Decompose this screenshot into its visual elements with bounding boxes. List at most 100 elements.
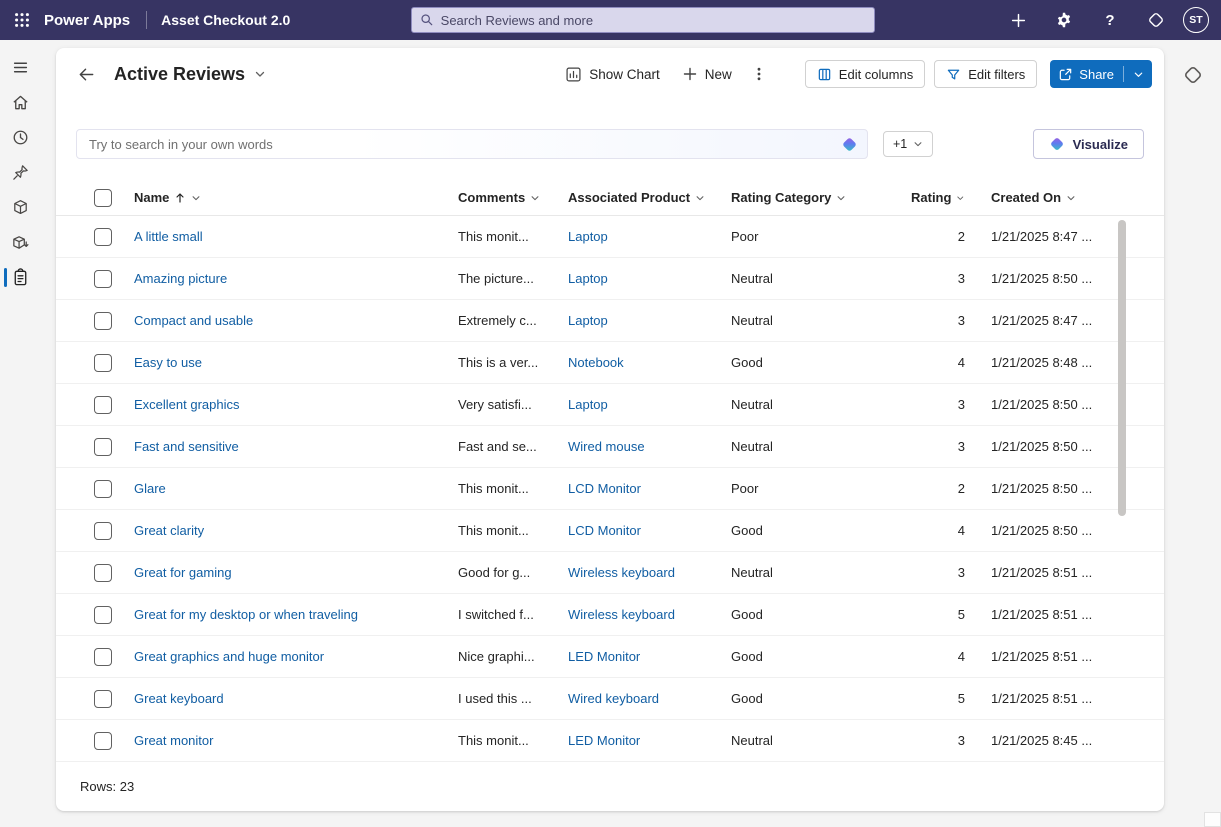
edit-filters-button[interactable]: Edit filters — [934, 60, 1037, 88]
global-search-input[interactable] — [441, 13, 866, 28]
table-row[interactable]: Great keyboard I used this ... Wired key… — [56, 678, 1164, 720]
global-search-box[interactable] — [411, 7, 875, 33]
record-name-link[interactable]: Glare — [134, 481, 166, 496]
view-selector[interactable]: Active Reviews — [114, 64, 266, 85]
edit-columns-button[interactable]: Edit columns — [805, 60, 925, 88]
column-header-comments[interactable]: Comments — [458, 190, 568, 205]
record-name-link[interactable]: Great keyboard — [134, 691, 224, 706]
copilot-search-input[interactable] — [77, 137, 867, 152]
sidebar-item-cube[interactable] — [0, 190, 40, 225]
column-header-rating[interactable]: Rating — [911, 190, 991, 205]
app-launcher-button[interactable] — [0, 0, 44, 40]
visualize-button[interactable]: Visualize — [1033, 129, 1144, 159]
header-actions: ? ST — [995, 0, 1221, 40]
sidebar-item-home[interactable] — [0, 85, 40, 120]
header-divider — [146, 11, 147, 29]
associated-product-link[interactable]: LCD Monitor — [568, 523, 641, 538]
table-row[interactable]: Excellent graphics Very satisfi... Lapto… — [56, 384, 1164, 426]
help-button[interactable]: ? — [1087, 0, 1133, 40]
rating-cell: 5 — [911, 607, 991, 622]
nav-menu-toggle[interactable] — [0, 50, 40, 85]
more-commands-button[interactable] — [743, 58, 775, 90]
associated-product-link[interactable]: Laptop — [568, 397, 608, 412]
brand-title[interactable]: Power Apps — [44, 12, 130, 29]
row-checkbox[interactable] — [94, 270, 112, 288]
rating-category-cell: Poor — [731, 229, 911, 244]
back-button[interactable] — [70, 58, 102, 90]
row-checkbox[interactable] — [94, 438, 112, 456]
share-button[interactable]: Share — [1050, 60, 1152, 88]
associated-product-link[interactable]: Laptop — [568, 229, 608, 244]
column-header-created-on[interactable]: Created On — [991, 190, 1114, 205]
row-checkbox[interactable] — [94, 522, 112, 540]
record-name-link[interactable]: Great clarity — [134, 523, 204, 538]
show-chart-button[interactable]: Show Chart — [554, 58, 671, 90]
record-name-link[interactable]: Excellent graphics — [134, 397, 240, 412]
associated-product-link[interactable]: Laptop — [568, 271, 608, 286]
row-checkbox[interactable] — [94, 732, 112, 750]
account-avatar[interactable]: ST — [1183, 7, 1209, 33]
table-row[interactable]: Great for gaming Good for g... Wireless … — [56, 552, 1164, 594]
associated-product-link[interactable]: LED Monitor — [568, 649, 640, 664]
associated-product-link[interactable]: Laptop — [568, 313, 608, 328]
comments-cell: This is a ver... — [458, 355, 568, 370]
record-name-link[interactable]: Great for gaming — [134, 565, 232, 580]
associated-product-link[interactable]: Wired mouse — [568, 439, 645, 454]
table-row[interactable]: A little small This monit... Laptop Poor… — [56, 216, 1164, 258]
table-row[interactable]: Great for my desktop or when traveling I… — [56, 594, 1164, 636]
row-checkbox[interactable] — [94, 606, 112, 624]
column-header-associated-product[interactable]: Associated Product — [568, 190, 731, 205]
associated-product-link[interactable]: Wireless keyboard — [568, 565, 675, 580]
row-checkbox[interactable] — [94, 354, 112, 372]
record-name-link[interactable]: Amazing picture — [134, 271, 227, 286]
record-count-chip[interactable]: +1 — [883, 131, 933, 157]
record-name-link[interactable]: Compact and usable — [134, 313, 253, 328]
copilot-header-button[interactable] — [1133, 0, 1179, 40]
row-checkbox[interactable] — [94, 690, 112, 708]
record-name-link[interactable]: Great graphics and huge monitor — [134, 649, 324, 664]
row-checkbox[interactable] — [94, 564, 112, 582]
row-checkbox[interactable] — [94, 480, 112, 498]
created-on-cell: 1/21/2025 8:50 ... — [991, 439, 1114, 454]
table-row[interactable]: Great clarity This monit... LCD Monitor … — [56, 510, 1164, 552]
vertical-scrollbar-thumb[interactable] — [1118, 220, 1126, 516]
record-name-link[interactable]: Great monitor — [134, 733, 213, 748]
copilot-search-box[interactable] — [76, 129, 868, 159]
sidebar-item-pinned[interactable] — [0, 155, 40, 190]
sidebar-item-package[interactable] — [0, 225, 40, 260]
table-row[interactable]: Fast and sensitive Fast and se... Wired … — [56, 426, 1164, 468]
record-name-link[interactable]: Fast and sensitive — [134, 439, 239, 454]
table-row[interactable]: Great graphics and huge monitor Nice gra… — [56, 636, 1164, 678]
row-checkbox[interactable] — [94, 312, 112, 330]
home-icon — [11, 93, 30, 112]
table-row[interactable]: Easy to use This is a ver... Notebook Go… — [56, 342, 1164, 384]
row-checkbox[interactable] — [94, 396, 112, 414]
associated-product-link[interactable]: Notebook — [568, 355, 624, 370]
copilot-panel-toggle[interactable] — [1176, 58, 1210, 92]
table-row[interactable]: Glare This monit... LCD Monitor Poor 2 1… — [56, 468, 1164, 510]
associated-product-link[interactable]: Wireless keyboard — [568, 607, 675, 622]
record-name-link[interactable]: Great for my desktop or when traveling — [134, 607, 358, 622]
table-row[interactable]: Amazing picture The picture... Laptop Ne… — [56, 258, 1164, 300]
record-name-link[interactable]: Easy to use — [134, 355, 202, 370]
select-all-checkbox[interactable] — [94, 189, 112, 207]
column-header-rating-category[interactable]: Rating Category — [731, 190, 911, 205]
record-name-link[interactable]: A little small — [134, 229, 203, 244]
settings-button[interactable] — [1041, 0, 1087, 40]
table-row[interactable]: Great monitor This monit... LED Monitor … — [56, 720, 1164, 762]
table-row[interactable]: Compact and usable Extremely c... Laptop… — [56, 300, 1164, 342]
column-header-name[interactable]: Name — [134, 190, 458, 205]
rating-cell: 3 — [911, 439, 991, 454]
rating-category-cell: Neutral — [731, 565, 911, 580]
sidebar-item-reviews[interactable] — [0, 260, 40, 295]
sidebar-item-recent[interactable] — [0, 120, 40, 155]
associated-product-link[interactable]: LCD Monitor — [568, 481, 641, 496]
associated-product-link[interactable]: Wired keyboard — [568, 691, 659, 706]
package-arrow-icon — [11, 233, 30, 252]
row-checkbox[interactable] — [94, 648, 112, 666]
created-on-cell: 1/21/2025 8:51 ... — [991, 649, 1114, 664]
row-checkbox[interactable] — [94, 228, 112, 246]
associated-product-link[interactable]: LED Monitor — [568, 733, 640, 748]
new-record-button[interactable]: New — [671, 58, 743, 90]
add-button[interactable] — [995, 0, 1041, 40]
